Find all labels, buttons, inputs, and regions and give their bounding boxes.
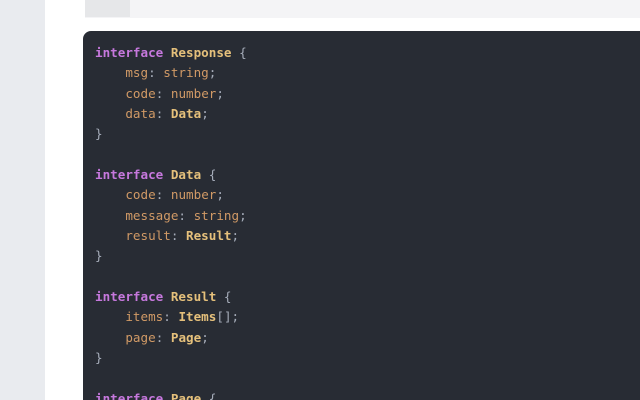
code-token-kw: interface	[95, 288, 164, 304]
code-line: }	[95, 246, 640, 266]
left-gutter-sidebar	[0, 0, 45, 400]
code-token-punct: :	[178, 207, 194, 223]
code-line: data: Data;	[95, 104, 640, 124]
code-token-name: number	[170, 187, 217, 203]
code-token-name: message	[125, 207, 179, 223]
toolbar-strip	[85, 0, 640, 18]
code-line: }	[95, 348, 640, 368]
code-token-type: Response	[170, 45, 232, 60]
code-token-punct: {	[216, 288, 232, 304]
code-token-punct: ;	[231, 227, 240, 243]
code-line: code: number;	[95, 84, 640, 104]
code-token-name: number	[170, 85, 217, 101]
code-token-type: Items	[178, 309, 217, 325]
code-line: interface Data {	[95, 165, 640, 185]
code-token-punct: ;	[239, 207, 247, 223]
code-block: interface Response { msg: string; code: …	[83, 31, 640, 400]
code-token-name: msg	[125, 65, 149, 81]
code-token-punct: :	[155, 105, 171, 121]
code-token-punct: ;	[216, 187, 224, 203]
code-line: interface Result {	[95, 287, 640, 307]
code-token-punct: }	[95, 349, 103, 365]
code-line: page: Page;	[95, 328, 640, 348]
code-line: message: string;	[95, 206, 640, 226]
code-token-kw: interface	[95, 45, 164, 60]
code-token-type: Data	[170, 166, 202, 182]
code-token-punct: :	[163, 309, 179, 325]
code-token-name: page	[125, 329, 156, 345]
code-token-punct: ;	[201, 105, 209, 121]
code-token-punct: ;	[201, 329, 209, 345]
code-line: msg: string;	[95, 63, 640, 83]
code-token-type: Page	[170, 390, 202, 400]
code-token-punct: :	[155, 329, 171, 345]
code-token-punct: [];	[216, 309, 240, 325]
code-token-type: Result	[170, 288, 217, 304]
code-content: interface Response { msg: string; code: …	[95, 43, 640, 400]
code-token-punct: {	[231, 45, 247, 60]
code-token-name: result	[125, 227, 171, 243]
code-token-punct: :	[155, 85, 171, 101]
code-token-type: Data	[170, 105, 202, 121]
code-token-name: string	[163, 65, 209, 81]
code-token-punct: :	[170, 227, 187, 243]
code-line: interface Page {	[95, 389, 640, 400]
code-line: }	[95, 124, 640, 144]
code-token-punct: ;	[208, 65, 217, 81]
code-token-punct: ;	[216, 85, 224, 101]
code-line: result: Result;	[95, 226, 640, 246]
code-token-punct: }	[95, 248, 103, 264]
code-token-name: code	[125, 85, 156, 101]
code-token-punct: {	[201, 390, 217, 400]
tab-stub[interactable]	[85, 0, 130, 17]
code-token-punct: }	[95, 126, 103, 142]
code-token-type: Page	[170, 329, 202, 345]
code-line: interface Response {	[95, 43, 640, 63]
code-token-kw: interface	[95, 166, 164, 182]
code-token-kw: interface	[95, 390, 164, 400]
code-token-punct: :	[155, 187, 171, 203]
page-root: interface Response { msg: string; code: …	[0, 0, 640, 400]
code-token-name: string	[193, 207, 240, 223]
code-line: code: number;	[95, 185, 640, 205]
code-line: items: Items[];	[95, 307, 640, 327]
code-token-punct: {	[201, 166, 217, 182]
code-token-type: Result	[186, 227, 232, 243]
code-token-punct: :	[148, 65, 164, 81]
code-token-name: code	[125, 187, 156, 203]
code-token-name: items	[125, 309, 164, 325]
code-token-name: data	[125, 105, 156, 121]
